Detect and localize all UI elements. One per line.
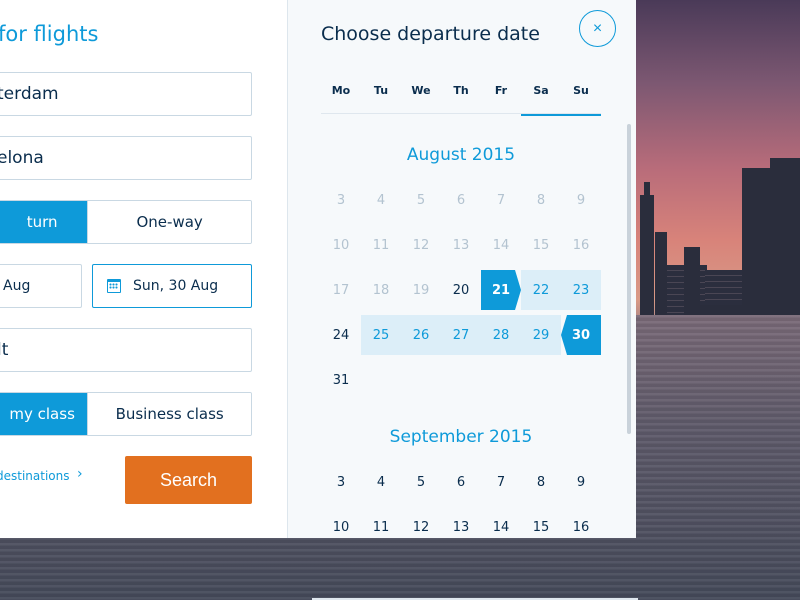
calendar-day[interactable]: 13: [441, 507, 481, 538]
selected-start-day[interactable]: 21: [481, 270, 521, 310]
return-option[interactable]: turn: [0, 201, 88, 243]
in-range-day[interactable]: 29: [521, 315, 561, 355]
weekday-label: We: [411, 84, 431, 97]
calendar-day[interactable]: 20: [441, 270, 481, 310]
disabled-day: 7: [496, 192, 506, 208]
disabled-day: 18: [372, 282, 390, 298]
calendar-day[interactable]: 5: [401, 462, 441, 502]
disabled-day: 19: [412, 282, 430, 298]
flight-search-panel: for flights terdam elona turn One-way Au…: [0, 0, 288, 538]
passengers-field[interactable]: lt: [0, 328, 252, 372]
date-picker-title: Choose departure date: [321, 23, 540, 45]
economy-class-option[interactable]: my class: [0, 393, 88, 435]
building: [640, 195, 654, 315]
chevron-right-icon[interactable]: ›: [77, 466, 83, 482]
calendar-day[interactable]: 31: [321, 360, 361, 400]
search-button[interactable]: Search: [125, 456, 252, 504]
in-range-day[interactable]: 27: [441, 315, 481, 355]
calendar-icon: [107, 279, 121, 293]
disabled-day: 3: [336, 192, 346, 208]
close-icon: ×: [592, 19, 603, 37]
calendar-day[interactable]: 15: [521, 507, 561, 538]
weekday-label: Sa: [533, 84, 549, 97]
calendar-day[interactable]: 10: [321, 507, 361, 538]
disabled-day: 13: [452, 237, 470, 253]
weekday-header: Mo Tu We Th Fr Sa Su: [321, 84, 601, 114]
calendar-day[interactable]: 6: [441, 462, 481, 502]
departure-date-value: Aug: [3, 278, 31, 294]
origin-value: terdam: [0, 84, 59, 104]
disabled-day: 5: [416, 192, 426, 208]
return-date-value: Sun, 30 Aug: [133, 278, 219, 294]
disabled-day: 17: [332, 282, 350, 298]
building: [770, 158, 800, 315]
building: [742, 168, 772, 315]
one-way-option[interactable]: One-way: [87, 201, 251, 243]
destination-value: elona: [0, 148, 44, 168]
building: [684, 247, 700, 315]
shoreline: [700, 305, 800, 315]
month-label: September 2015: [389, 427, 533, 447]
departure-date-field[interactable]: Aug: [0, 264, 82, 308]
weekday-label: Fr: [494, 84, 508, 97]
building-spire: [644, 182, 650, 196]
disabled-day: 9: [576, 192, 586, 208]
disabled-day: 8: [536, 192, 546, 208]
weekday-label: Su: [573, 84, 589, 97]
calendar-day[interactable]: 9: [561, 462, 601, 502]
panel-title: for flights: [0, 22, 99, 46]
in-range-day[interactable]: 26: [401, 315, 441, 355]
calendar-day[interactable]: 4: [361, 462, 401, 502]
return-date-field[interactable]: Sun, 30 Aug: [92, 264, 252, 308]
disabled-day: 15: [532, 237, 550, 253]
weekday-label: Mo: [331, 84, 351, 97]
weekend-indicator: [521, 114, 601, 116]
calendar-day[interactable]: 8: [521, 462, 561, 502]
calendar-scrollbar[interactable]: [627, 124, 631, 434]
building: [655, 232, 667, 315]
disabled-day: 6: [456, 192, 466, 208]
in-range-day[interactable]: 25: [361, 315, 401, 355]
cabin-class-toggle: my class Business class: [0, 392, 252, 436]
business-class-option[interactable]: Business class: [87, 393, 251, 435]
selected-end-day[interactable]: 30: [561, 315, 601, 355]
disabled-day: 11: [372, 237, 390, 253]
trip-type-toggle: turn One-way: [0, 200, 252, 244]
date-picker-panel: Choose departure date × Mo Tu We Th Fr Sa Su A…: [288, 0, 636, 538]
calendar-day[interactable]: 3: [321, 462, 361, 502]
weekday-label: Th: [453, 84, 469, 97]
calendar-day[interactable]: 24: [321, 315, 361, 355]
disabled-day: 14: [492, 237, 510, 253]
weekday-label: Tu: [373, 84, 389, 97]
passengers-value: lt: [0, 340, 9, 360]
destinations-link[interactable]: destinations: [0, 469, 70, 483]
calendar-day[interactable]: 12: [401, 507, 441, 538]
month-label: August 2015: [406, 145, 516, 165]
in-range-day[interactable]: 23: [561, 270, 601, 310]
calendar-day[interactable]: 14: [481, 507, 521, 538]
destination-field[interactable]: elona: [0, 136, 252, 180]
close-button[interactable]: ×: [579, 10, 616, 47]
calendar-day[interactable]: 16: [561, 507, 601, 538]
in-range-day[interactable]: 22: [521, 270, 561, 310]
disabled-day: 10: [332, 237, 350, 253]
in-range-day[interactable]: 28: [481, 315, 521, 355]
disabled-day: 16: [572, 237, 590, 253]
disabled-day: 12: [412, 237, 430, 253]
disabled-day: 4: [376, 192, 386, 208]
origin-field[interactable]: terdam: [0, 72, 252, 116]
calendar-day[interactable]: 11: [361, 507, 401, 538]
calendar-day[interactable]: 7: [481, 462, 521, 502]
